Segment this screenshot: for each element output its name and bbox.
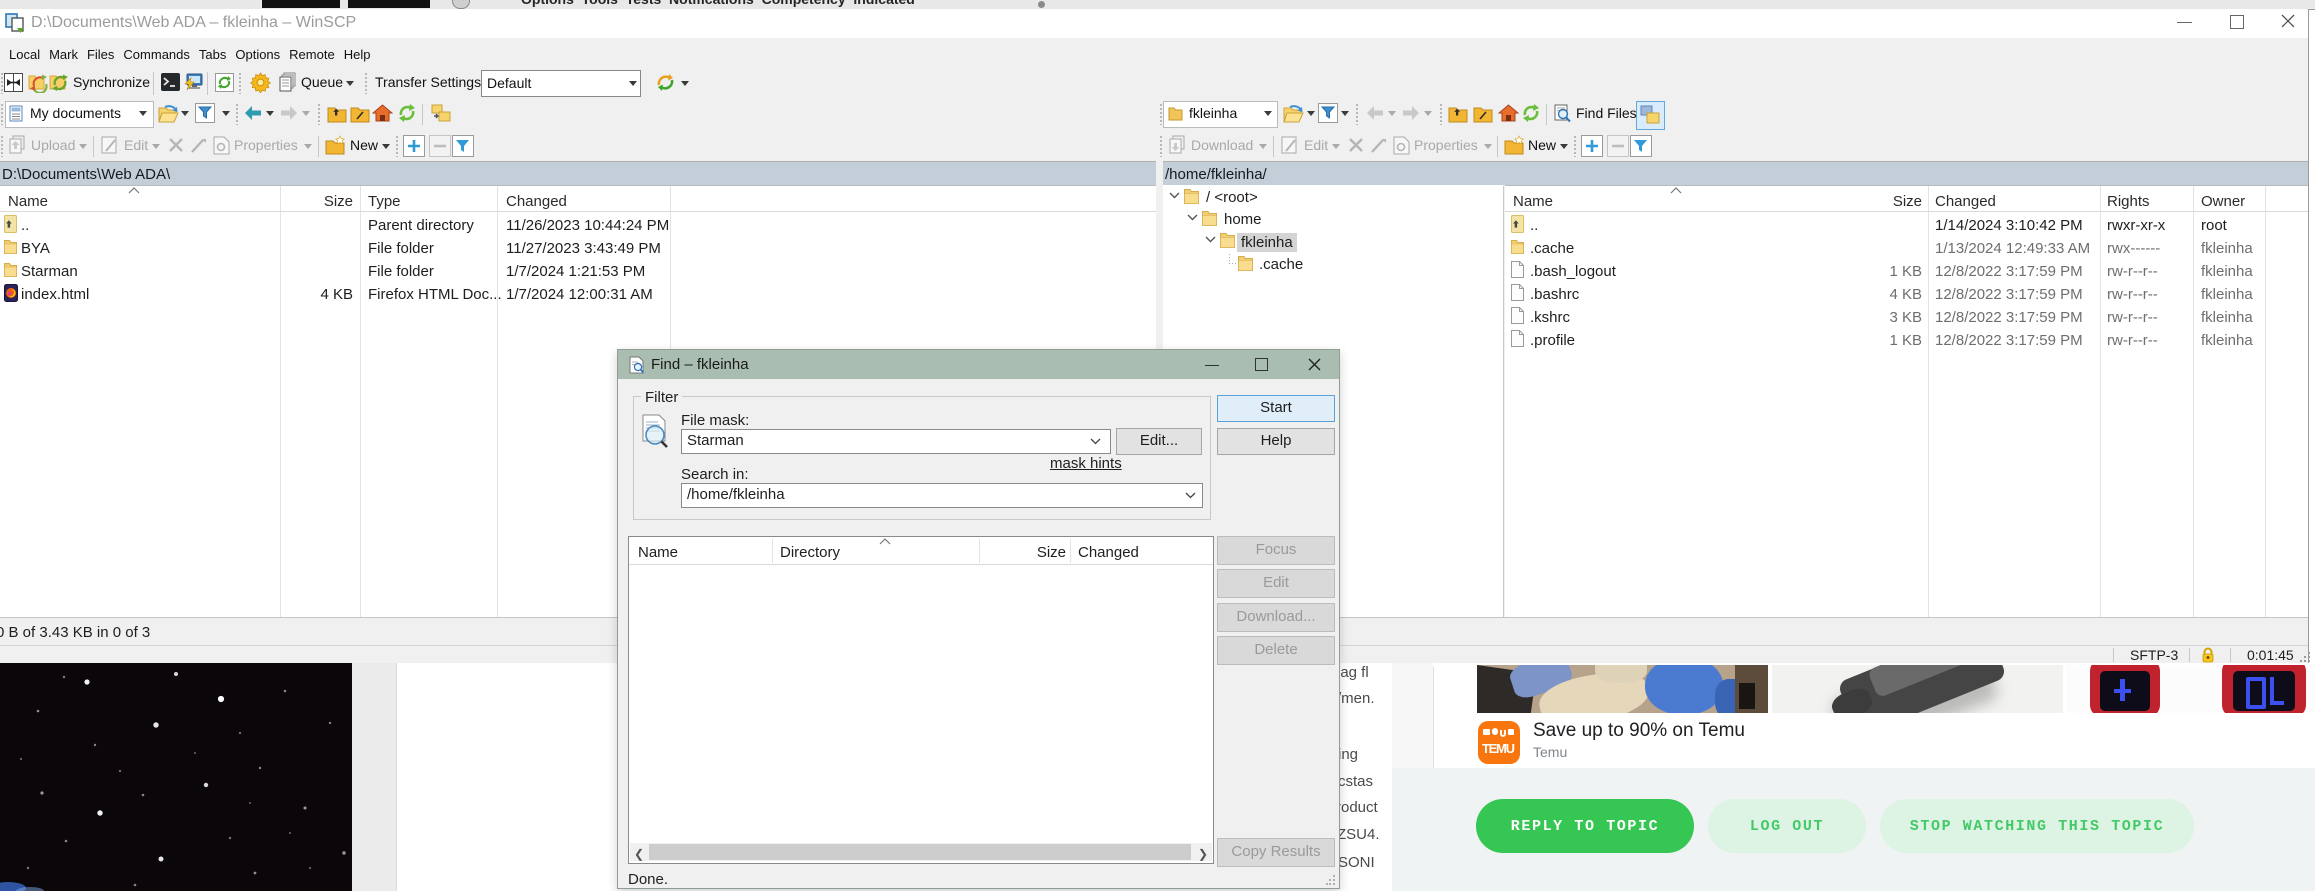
svg-text:TEMU: TEMU	[1482, 741, 1515, 756]
